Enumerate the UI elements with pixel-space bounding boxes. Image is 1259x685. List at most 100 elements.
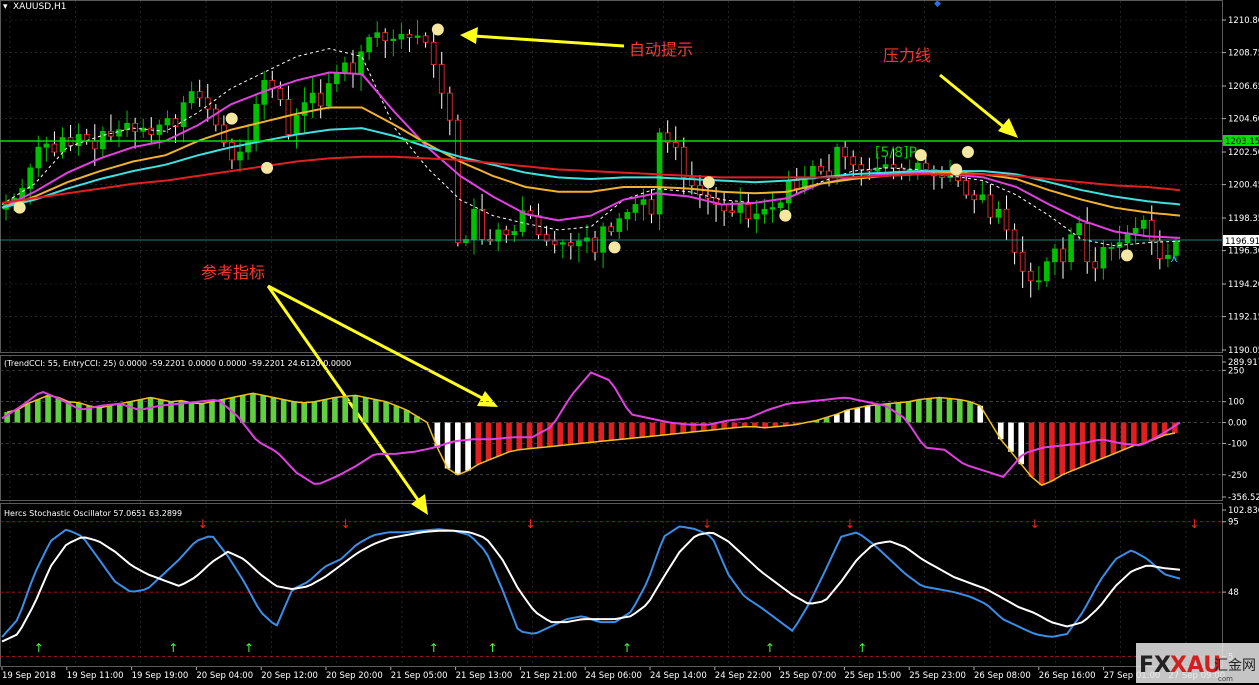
time-tick-label: 25 Sep 23:00 bbox=[909, 671, 966, 681]
time-axis: 19 Sep 2018 19 Sep 11:00 19 Sep 19:00 20 Se… bbox=[1, 667, 1225, 681]
time-tick-label: 21 Sep 21:00 bbox=[520, 671, 577, 681]
candle-body bbox=[91, 140, 98, 150]
candle-body bbox=[1092, 261, 1099, 269]
stoch-tick-label: 48 bbox=[1228, 588, 1239, 598]
cci-tick-label: -100 bbox=[1228, 439, 1247, 449]
signal-dot bbox=[1120, 249, 1133, 262]
cci-tick-label: -250 bbox=[1228, 471, 1247, 481]
candle-body bbox=[608, 226, 614, 232]
candle-body bbox=[559, 242, 566, 245]
cci-label: (TrendCCI: 55, EntryCCI: 25) 0.0000 -59.… bbox=[4, 359, 351, 368]
candle-body bbox=[858, 164, 865, 170]
sell-signal-arrow: ↓ bbox=[198, 517, 208, 531]
candle-body bbox=[987, 194, 994, 218]
candle-body bbox=[350, 62, 356, 75]
candle-body bbox=[1108, 247, 1115, 249]
sell-signal-arrow: ↓ bbox=[1189, 517, 1199, 531]
candle-body bbox=[164, 118, 171, 126]
candle-body bbox=[148, 127, 155, 135]
candle-body bbox=[1100, 247, 1107, 269]
stochastic-axis: 102.83695485 bbox=[1222, 506, 1259, 663]
candle-body bbox=[850, 156, 857, 166]
price-tick-label: 1192.15 bbox=[1228, 313, 1259, 323]
candle-body bbox=[35, 146, 42, 169]
pressure-line-arrow bbox=[939, 73, 1006, 130]
current-price-tag: 1196.91 bbox=[1225, 237, 1259, 247]
price-tick-label: 1210.80 bbox=[1228, 16, 1259, 26]
stoch-k-line bbox=[1, 525, 1181, 638]
stoch-tick-label: 102.836 bbox=[1228, 506, 1259, 516]
candle-body bbox=[180, 102, 187, 127]
candle-body bbox=[204, 97, 211, 110]
candle-body bbox=[245, 140, 251, 153]
ma-line bbox=[1, 71, 1181, 239]
candle-body bbox=[27, 167, 34, 189]
candle-body bbox=[890, 164, 897, 169]
buy-signal-arrow: ↑ bbox=[429, 641, 439, 655]
auto-hint-arrowhead bbox=[460, 27, 478, 44]
price-tick-label: 1196.30 bbox=[1228, 247, 1259, 257]
candle-body bbox=[438, 64, 445, 94]
buy-signal-arrow: ↑ bbox=[622, 641, 632, 655]
annotation-arrows bbox=[266, 27, 1018, 515]
sell-signal-arrow: ↓ bbox=[702, 517, 712, 531]
candle-body bbox=[761, 208, 768, 215]
candle-body bbox=[342, 62, 348, 73]
buy-signal-arrow: ↑ bbox=[168, 641, 178, 655]
time-tick-label: 25 Sep 15:00 bbox=[844, 671, 901, 681]
candle-body bbox=[680, 146, 687, 178]
candle-body bbox=[616, 218, 623, 232]
chart-dropdown-icon[interactable]: ▾ bbox=[3, 2, 8, 12]
candle-body bbox=[398, 33, 405, 40]
candle-body bbox=[156, 124, 163, 135]
cci-tick-label: 250 bbox=[1228, 366, 1244, 376]
reference-indicator-label: 参考指标 bbox=[201, 263, 265, 282]
buy-signal-arrow: ↑ bbox=[244, 641, 254, 655]
candle-body bbox=[729, 210, 736, 213]
candle-body bbox=[1132, 227, 1139, 234]
candle-body bbox=[939, 175, 945, 178]
candle-body bbox=[640, 199, 647, 205]
signal-dot bbox=[13, 201, 26, 214]
candle-body bbox=[100, 130, 106, 150]
last-bar-marker: ⋏ bbox=[1170, 252, 1178, 265]
candle-body bbox=[1019, 251, 1026, 272]
time-tick-label: 26 Sep 16:00 bbox=[1039, 671, 1096, 681]
signal-dot bbox=[431, 23, 444, 36]
candle-body bbox=[334, 72, 340, 85]
candle-body bbox=[495, 229, 502, 242]
candle-body bbox=[390, 38, 397, 42]
candle-body bbox=[769, 207, 776, 210]
signal-dot bbox=[961, 146, 974, 158]
candle-body bbox=[551, 240, 558, 245]
candle-body bbox=[116, 129, 122, 137]
signal-dot bbox=[225, 112, 238, 125]
candle-body bbox=[455, 119, 461, 244]
signal-dot bbox=[702, 176, 715, 189]
buy-signal-arrow: ↑ bbox=[488, 641, 498, 655]
candle-body bbox=[59, 137, 66, 153]
signal-dot bbox=[779, 209, 792, 222]
candle-body bbox=[753, 213, 760, 220]
watermark-sub: com bbox=[1218, 675, 1233, 683]
candle-body bbox=[366, 37, 372, 53]
candle-body bbox=[834, 146, 840, 177]
candle-body bbox=[374, 32, 381, 38]
candle-body bbox=[212, 108, 219, 126]
candle-body bbox=[963, 180, 970, 196]
candle-body bbox=[309, 92, 316, 104]
candle-body bbox=[277, 87, 284, 100]
reference-arrow-cci bbox=[267, 284, 483, 400]
candle-body bbox=[293, 115, 300, 135]
candle-body bbox=[51, 143, 58, 153]
candle-body bbox=[1052, 248, 1058, 263]
price-tick-label: 1190.05 bbox=[1228, 346, 1259, 356]
cci-tick-label: 100 bbox=[1228, 398, 1244, 408]
chart-canvas: ⋏ ▾ XAUUSD,H1 ◆ 1210.80 1208.75 1206.65 120… bbox=[0, 0, 1259, 683]
watermark-fx: FX bbox=[1139, 653, 1171, 678]
cci-tick-label: 0.00 bbox=[1228, 419, 1247, 429]
candle-body bbox=[826, 170, 832, 177]
candle-body bbox=[818, 165, 824, 172]
candle-body bbox=[188, 91, 195, 104]
candle-body bbox=[479, 208, 485, 240]
